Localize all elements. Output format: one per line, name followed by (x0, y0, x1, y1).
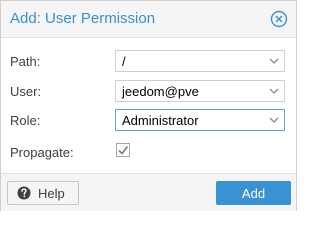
path-label: Path: (10, 54, 41, 69)
dialog-title: Add: User Permission (10, 10, 156, 27)
dialog-header: Add: User Permission (1, 1, 296, 38)
user-combobox[interactable]: jeedom@pve (115, 80, 285, 102)
role-combobox[interactable]: Administrator (115, 109, 285, 131)
help-button[interactable]: Help (7, 181, 79, 205)
path-value: / (122, 54, 126, 69)
propagate-checkbox[interactable] (115, 142, 131, 158)
chevron-down-icon (269, 58, 279, 64)
user-row: User: jeedom@pve (1, 80, 296, 106)
role-label: Role: (10, 113, 41, 128)
add-button[interactable]: Add (216, 181, 291, 205)
chevron-down-icon (269, 117, 279, 123)
role-dropdown-trigger[interactable] (264, 110, 284, 130)
chevron-down-icon (269, 88, 279, 94)
checkmark-icon (116, 143, 130, 157)
user-label: User: (10, 84, 42, 99)
close-button[interactable] (270, 10, 288, 28)
role-value: Administrator (122, 113, 199, 128)
user-value: jeedom@pve (122, 84, 199, 99)
help-button-label: Help (38, 186, 65, 201)
add-button-label: Add (241, 186, 266, 201)
role-row: Role: Administrator (1, 109, 296, 135)
add-user-permission-dialog: Add: User Permission Path: / User: jeedo… (0, 0, 297, 211)
path-dropdown-trigger[interactable] (264, 51, 284, 71)
user-dropdown-trigger[interactable] (264, 81, 284, 101)
path-combobox[interactable]: / (115, 50, 285, 72)
dialog-footer: Help Add (1, 173, 296, 211)
propagate-label: Propagate: (10, 145, 74, 160)
path-row: Path: / (1, 50, 296, 76)
question-circle-icon (17, 186, 31, 200)
propagate-row: Propagate: (1, 141, 296, 167)
close-circle-icon (270, 10, 288, 28)
